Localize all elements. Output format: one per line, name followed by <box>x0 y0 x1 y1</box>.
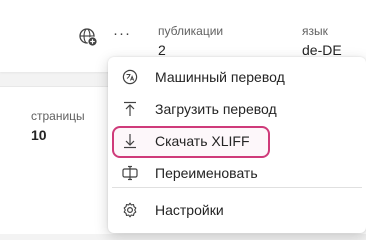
pages-label: страницы <box>31 109 85 123</box>
language-stat: язык de-DE <box>302 24 342 59</box>
menu-item-label: Настройки <box>155 202 224 218</box>
globe-add-button[interactable] <box>77 26 99 48</box>
pages-value: 10 <box>31 127 47 143</box>
menu-item-label: Загрузить перевод <box>155 101 277 117</box>
rename-icon <box>122 165 138 181</box>
menu-item-rename[interactable]: Переименовать <box>108 157 366 189</box>
menu-item-settings[interactable]: Настройки <box>108 194 366 226</box>
menu-divider <box>112 187 362 188</box>
download-icon <box>124 134 136 149</box>
pages-stat: страницы 10 <box>31 109 85 144</box>
menu-item-upload-translation[interactable]: Загрузить перевод <box>108 93 366 125</box>
globe-add-icon <box>79 28 98 47</box>
more-options-button[interactable]: ··· <box>113 26 133 44</box>
publications-label: публикации <box>158 24 224 38</box>
menu-item-download-xliff[interactable]: Скачать XLIFF <box>108 123 366 158</box>
menu-item-machine-translation[interactable]: Машинный перевод <box>108 61 366 93</box>
language-label: язык <box>302 24 328 38</box>
context-menu: Машинный перевод Загрузить перевод Скача… <box>108 57 366 233</box>
menu-item-label: Переименовать <box>155 165 258 181</box>
upload-icon <box>124 101 136 116</box>
translate-icon <box>122 69 138 85</box>
menu-item-label: Машинный перевод <box>155 69 285 85</box>
publications-stat: публикации 2 <box>158 24 223 59</box>
gear-icon <box>123 202 137 218</box>
menu-item-label: Скачать XLIFF <box>155 133 250 149</box>
